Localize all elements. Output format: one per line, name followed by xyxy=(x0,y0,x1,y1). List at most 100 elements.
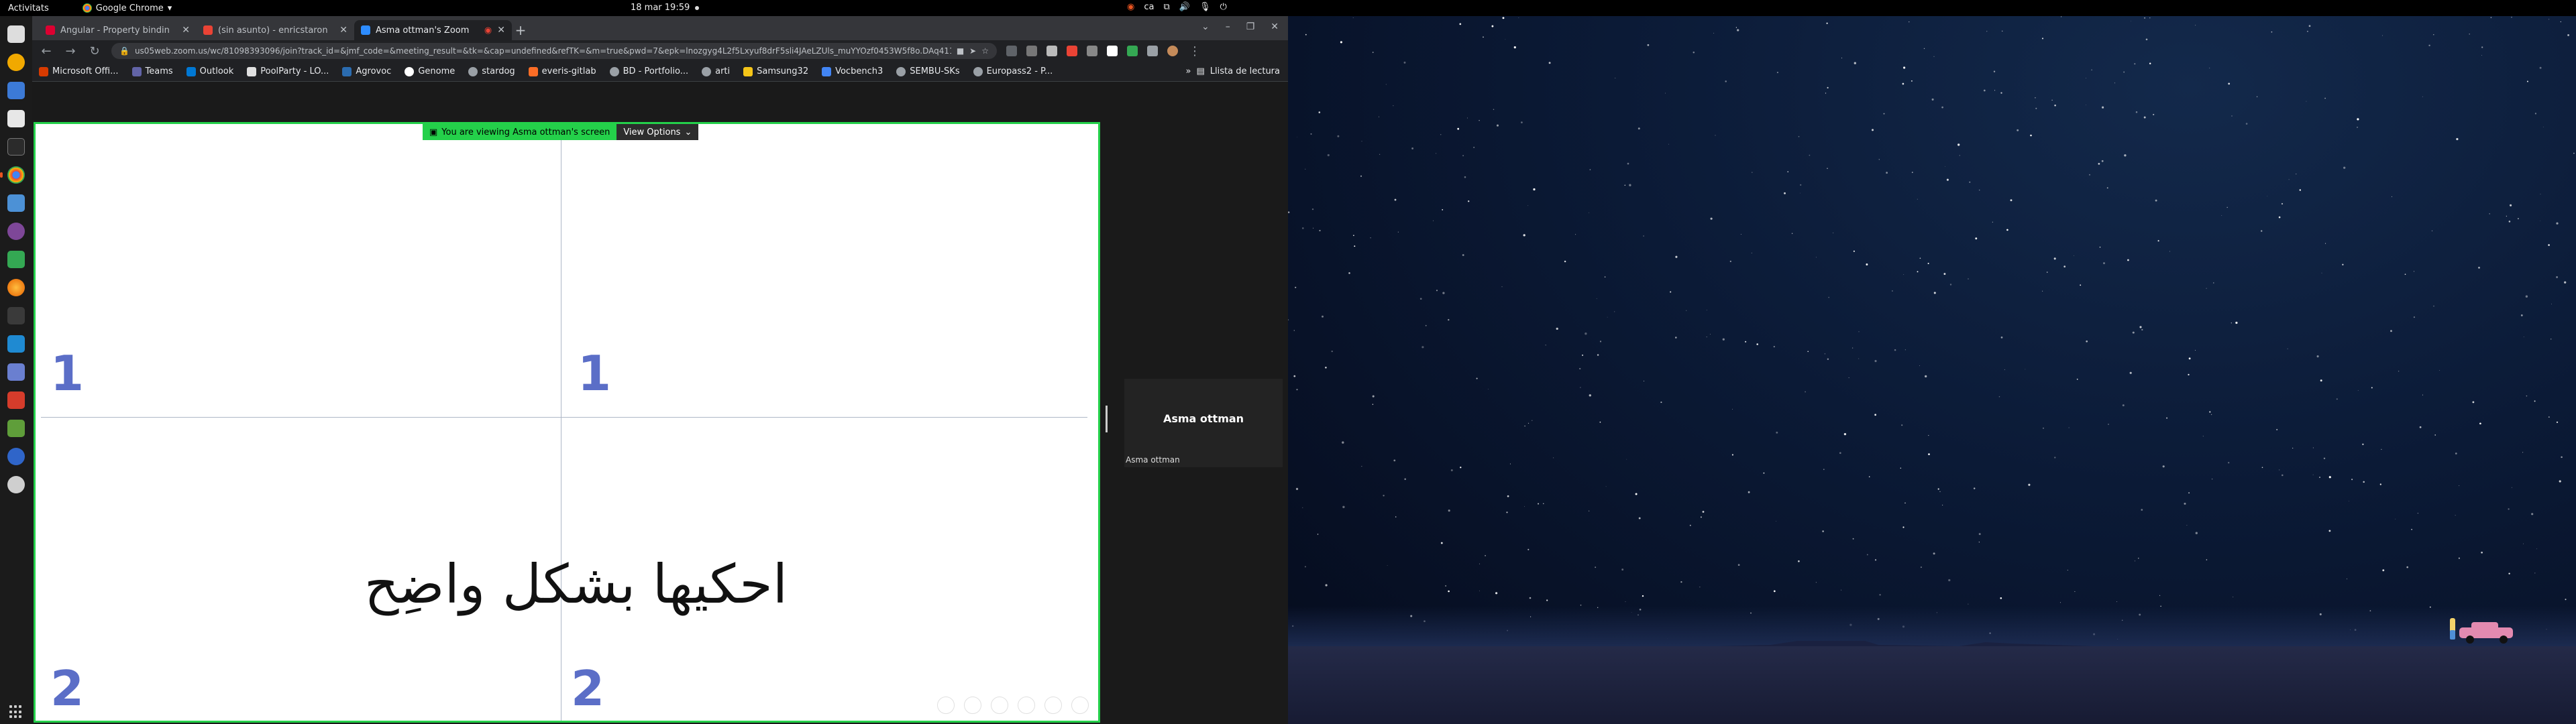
bookmark-item[interactable]: arti xyxy=(702,66,730,76)
star xyxy=(1983,89,1986,92)
add-icon[interactable] xyxy=(1044,697,1062,714)
star xyxy=(2261,230,2263,232)
show-applications-icon[interactable] xyxy=(9,705,23,719)
send-icon[interactable]: ➤ xyxy=(969,46,976,56)
restore-icon[interactable]: ❐ xyxy=(1246,21,1255,32)
disk-icon[interactable] xyxy=(7,110,25,127)
bookmark-item[interactable]: Agrovoc xyxy=(342,66,391,76)
star xyxy=(1393,459,1396,462)
tab-strip: Angular - Property bindin ✕ (sin asunto)… xyxy=(32,16,1288,40)
zoom-out-icon[interactable] xyxy=(937,697,955,714)
url-text[interactable]: us05web.zoom.us/wc/81098393096/join?trac… xyxy=(135,46,951,56)
star xyxy=(1293,375,1296,377)
star xyxy=(2478,266,2480,269)
bookmark-item[interactable]: stardog xyxy=(468,66,515,76)
star xyxy=(1468,200,1470,202)
copy-icon[interactable] xyxy=(991,697,1008,714)
chromium-icon[interactable] xyxy=(7,54,25,71)
close-icon[interactable]: ✕ xyxy=(339,25,347,36)
close-window-icon[interactable]: ✕ xyxy=(1271,21,1279,32)
bookmark-item[interactable]: PoolParty - LO... xyxy=(247,66,329,76)
clock[interactable]: 18 mar 19:59 xyxy=(631,3,700,13)
bookmark-item[interactable]: Genome xyxy=(405,66,455,76)
camera-icon[interactable]: ■ xyxy=(957,46,964,56)
extension-icon[interactable] xyxy=(1127,46,1138,56)
bookmark-item[interactable]: Europass2 - P... xyxy=(973,66,1053,76)
star xyxy=(1305,34,1307,36)
extension-icon[interactable] xyxy=(1067,46,1077,56)
extensions-puzzle-icon[interactable] xyxy=(1147,46,1158,56)
settings-icon[interactable] xyxy=(7,194,25,212)
new-tab-button[interactable]: + xyxy=(512,20,529,40)
vscode-icon[interactable] xyxy=(7,335,25,353)
address-bar[interactable]: 🔒 us05web.zoom.us/wc/81098393096/join?tr… xyxy=(111,43,997,59)
star xyxy=(2567,34,2570,36)
shared-screen[interactable]: 1 1 2 2 احكيها بشكل واضِح xyxy=(34,122,1100,723)
star xyxy=(2472,401,2475,404)
tab-zoom[interactable]: Asma ottman's Zoom ◉ ✕ xyxy=(354,20,512,40)
keyboard-layout[interactable]: ca xyxy=(1144,2,1154,12)
activity-monitor-icon[interactable]: ◉ xyxy=(1127,2,1134,12)
forward-icon[interactable]: → xyxy=(63,44,78,58)
extension-icon[interactable] xyxy=(1107,46,1118,56)
disc-icon[interactable] xyxy=(7,476,25,493)
star xyxy=(1923,48,1925,50)
back-icon[interactable]: ← xyxy=(39,44,54,58)
lock-icon[interactable]: 🔒 xyxy=(119,46,129,56)
virtualbox-icon[interactable] xyxy=(7,448,25,465)
activities-button[interactable]: Activitats xyxy=(8,3,49,13)
minimize-icon[interactable]: – xyxy=(1226,21,1230,32)
star xyxy=(1937,488,1939,490)
bookmark-item[interactable]: BD - Portfolio... xyxy=(609,66,688,76)
terminal-icon[interactable] xyxy=(7,138,25,156)
extension-icon[interactable] xyxy=(1006,46,1017,56)
reading-list-button[interactable]: » ▤ Llista de lectura xyxy=(1186,66,1281,76)
gear-icon[interactable] xyxy=(7,363,25,381)
microphone-icon[interactable]: 🎙 xyxy=(1199,2,1211,12)
bookmark-star-icon[interactable]: ☆ xyxy=(981,46,989,56)
editor-icon[interactable] xyxy=(7,420,25,437)
system-tray[interactable]: ◉ ca ⧉ 🔊 🎙 ⏻ xyxy=(1127,2,1227,12)
power-icon[interactable]: ⏻ xyxy=(1220,2,1226,12)
firefox-icon[interactable] xyxy=(7,279,25,296)
bookmark-item[interactable]: Teams xyxy=(131,66,173,76)
tab-search-icon[interactable]: ⌄ xyxy=(1201,21,1210,32)
extension-icon[interactable] xyxy=(1026,46,1037,56)
terminal2-icon[interactable] xyxy=(7,307,25,324)
panel-resize-handle[interactable] xyxy=(1106,406,1108,432)
extension-icon[interactable] xyxy=(1046,46,1057,56)
star xyxy=(2510,204,2512,206)
git-icon[interactable] xyxy=(7,391,25,409)
bookmark-item[interactable]: everis-gitlab xyxy=(528,66,596,76)
view-options-button[interactable]: View Options ⌄ xyxy=(616,124,699,140)
more-bookmarks-icon[interactable]: » xyxy=(1186,66,1191,76)
bookmark-item[interactable]: Microsoft Offi... xyxy=(39,66,119,76)
tab-gmail[interactable]: (sin asunto) - enricstaron ✕ xyxy=(197,20,354,40)
files-icon[interactable] xyxy=(7,25,25,43)
tab-angular[interactable]: Angular - Property bindin ✕ xyxy=(39,20,197,40)
bookmark-item[interactable]: SEMBU-SKs xyxy=(896,66,960,76)
expand-icon[interactable] xyxy=(1018,697,1035,714)
bookmark-item[interactable]: Outlook xyxy=(186,66,233,76)
star xyxy=(1919,365,1921,366)
avatar[interactable] xyxy=(1167,46,1178,56)
text-editor-icon[interactable] xyxy=(7,82,25,99)
volume-icon[interactable]: 🔊 xyxy=(1179,2,1190,12)
reload-icon[interactable]: ↻ xyxy=(87,44,102,58)
menu-icon[interactable]: ⋮ xyxy=(1187,44,1202,58)
network-icon[interactable]: ⧉ xyxy=(1163,2,1169,12)
close-icon[interactable]: ✕ xyxy=(497,25,505,36)
extension-icon[interactable] xyxy=(1087,46,1097,56)
next-icon[interactable] xyxy=(1071,697,1089,714)
document-icon[interactable] xyxy=(7,251,25,268)
chrome-icon[interactable] xyxy=(0,166,25,184)
participant-video-tile[interactable]: Asma ottman Asma ottman xyxy=(1124,379,1283,467)
close-icon[interactable]: ✕ xyxy=(182,25,190,36)
star xyxy=(1854,62,1856,64)
poolparty-icon xyxy=(247,66,257,76)
bookmark-item[interactable]: Samsung32 xyxy=(743,66,808,76)
app-menu[interactable]: Google Chrome ▾ xyxy=(82,3,172,13)
bookmark-item[interactable]: Vocbench3 xyxy=(822,66,883,76)
zoom-in-icon[interactable] xyxy=(964,697,981,714)
tor-icon[interactable] xyxy=(7,223,25,240)
